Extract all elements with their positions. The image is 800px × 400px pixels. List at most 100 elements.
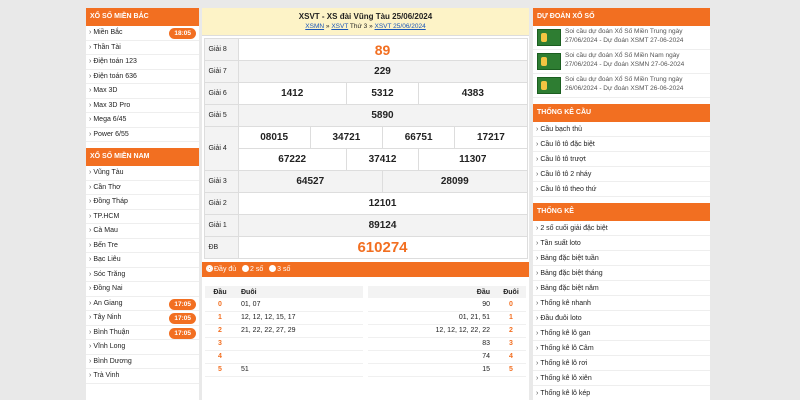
sidebar-item[interactable]: › Vĩnh Long	[86, 340, 199, 355]
sidebar-item[interactable]: › Thần Tài	[86, 41, 199, 55]
stats-link[interactable]: › 2 số cuối giải đặc biệt	[533, 221, 710, 236]
stats-link[interactable]: › Bảng đặc biệt tháng	[533, 266, 710, 281]
sidebar-item[interactable]: › Power 6/55	[86, 128, 199, 142]
sidebar-item[interactable]: › Max 3D	[86, 84, 199, 99]
option-two-digits[interactable]: 2 số	[242, 265, 263, 273]
sidebar-item[interactable]: › Trà Vinh	[86, 369, 199, 384]
stats-link[interactable]: › Cầu lô tô trượt	[533, 152, 710, 167]
sidebar-item-label: Miền Bắc	[93, 29, 123, 36]
prize-6-number: 4383	[418, 82, 528, 105]
stats-link[interactable]: › Cầu lô tô đặc biệt	[533, 137, 710, 152]
duoi-cell: 5	[496, 363, 526, 377]
duoi-cell: 2	[496, 324, 526, 338]
stats-link[interactable]: › Bảng đặc biệt tuần	[533, 251, 710, 266]
dau-cell: 1	[205, 311, 235, 325]
sidebar-item[interactable]: › Cần Thơ	[86, 181, 199, 195]
sidebar-item-label: Trà Vinh	[93, 372, 120, 379]
sidebar-item[interactable]: › Cà Mau	[86, 224, 199, 239]
chevron-right-icon: ›	[89, 130, 92, 138]
sidebar-item-label: Điện toán 123	[93, 58, 137, 65]
stats-link[interactable]: › Đầu đuôi loto	[533, 311, 710, 326]
sidebar-item[interactable]: › Vũng Tàu	[86, 166, 199, 181]
stats-link[interactable]: › Cầu lô tô theo thứ	[533, 182, 710, 197]
sidebar-item[interactable]: › Điện toán 636	[86, 70, 199, 84]
duoi-cell: 01, 07	[235, 298, 363, 312]
sidebar-item[interactable]: › Bến Tre	[86, 239, 199, 253]
north-menu: › Miền Bắc 18:05 › Thần Tài › Điện toán 123 › Đi…	[86, 26, 199, 142]
prize-label: ĐB	[203, 236, 239, 259]
stats-link-label: Thống kê lô rơi	[540, 360, 588, 367]
stats-link[interactable]: › Thống kê nhanh	[533, 296, 710, 311]
stats-link[interactable]: › Tần suất loto	[533, 236, 710, 251]
chevron-right-icon: ›	[89, 241, 92, 249]
chevron-right-icon: ›	[536, 126, 539, 133]
chevron-right-icon: ›	[89, 198, 92, 205]
dau-cell: 0	[205, 298, 235, 312]
crumb-weekday: Thứ 3	[349, 23, 368, 30]
sidebar-item[interactable]: › Đồng Tháp	[86, 195, 199, 210]
sidebar-item[interactable]: › Max 3D Pro	[86, 99, 199, 113]
stats-link[interactable]: › Thống kê lô gan	[533, 326, 710, 341]
stats-link[interactable]: › Cầu lô tô 2 nháy	[533, 167, 710, 182]
stats-link[interactable]: › Thống kê lô kép	[533, 386, 710, 400]
stats-link-label: Cầu lô tô theo thứ	[540, 186, 597, 193]
prize-7-number: 229	[237, 60, 528, 83]
time-badge: 17:05	[169, 327, 196, 339]
sidebar-item[interactable]: › Sóc Trăng	[86, 268, 199, 282]
sidebar-item[interactable]: › Bình Dương	[86, 355, 199, 369]
crumb-date-link[interactable]: XSVT 25/06/2024	[375, 23, 426, 30]
stats-link-label: Thống kê lô Câm	[540, 345, 594, 352]
prediction-item[interactable]: Soi cầu dự đoán Xổ Số Miền Trung ngày 26/…	[533, 74, 710, 98]
sidebar-item[interactable]: › Điện toán 123	[86, 55, 199, 70]
chevron-right-icon: ›	[536, 330, 539, 337]
sidebar-item[interactable]: › Bình Thuận 17:05	[86, 326, 199, 340]
table-row: 15 5	[368, 363, 526, 377]
time-badge: 17:05	[169, 313, 196, 324]
chevron-right-icon: ›	[536, 255, 539, 262]
prize-4-number: 34721	[309, 126, 384, 149]
prediction-line: Soi cầu dự đoán Xổ Số Miền Trung ngày	[565, 76, 683, 83]
chevron-right-icon: ›	[89, 72, 92, 80]
chevron-right-icon: ›	[89, 314, 92, 321]
prize-4-number: 37412	[345, 148, 420, 171]
prize-label: Giải 5	[203, 104, 239, 127]
sidebar-item[interactable]: › Mega 6/45	[86, 113, 199, 128]
sidebar-item[interactable]: › Tây Ninh 17:05	[86, 311, 199, 326]
stats-link[interactable]: › Thống kê lô xiên	[533, 371, 710, 386]
chevron-right-icon: ›	[89, 58, 92, 65]
sidebar-item[interactable]: › Đồng Nai	[86, 282, 199, 297]
north-section-title: XỔ SỐ MIỀN BẮC	[86, 8, 199, 26]
stats-link-label: Thống kê lô gan	[540, 330, 591, 337]
prediction-thumbnail-icon	[537, 53, 561, 70]
prize-label: Giải 4	[203, 126, 239, 171]
chevron-right-icon: ›	[89, 212, 92, 220]
dau-cell: 01, 21, 51	[368, 311, 496, 325]
stats-link[interactable]: › Cầu bạch thủ	[533, 122, 710, 137]
table-row: 01, 21, 51 1	[368, 311, 526, 325]
prize-4-number: 67222	[237, 148, 347, 171]
sidebar-item[interactable]: › TP.HCM	[86, 210, 199, 224]
prediction-item[interactable]: Soi cầu dự đoán Xổ Số Miền Nam ngày 27/06…	[533, 50, 710, 74]
stats-link[interactable]: › Thống kê lô rơi	[533, 356, 710, 371]
sidebar-item-label: Sóc Trăng	[93, 270, 126, 278]
sidebar-item-label: An Giang	[93, 299, 123, 307]
option-three-digits[interactable]: 3 số	[269, 265, 290, 273]
sidebar-item[interactable]: › An Giang 17:05	[86, 297, 199, 311]
result-table: Giải 8 89 Giải 7 229 Giải 6 1412 5312 43…	[203, 38, 528, 259]
option-full[interactable]: Đầy đủ	[206, 265, 236, 273]
chevron-right-icon: ›	[89, 256, 92, 263]
crumb-xsvt-link[interactable]: XSVT	[331, 23, 348, 30]
stats-link[interactable]: › Thống kê lô Câm	[533, 341, 710, 356]
sidebar-item[interactable]: › Bạc Liêu	[86, 253, 199, 268]
table-row: 5 51	[205, 363, 363, 377]
stats-link[interactable]: › Bảng đặc biệt năm	[533, 281, 710, 296]
table-row: 74 4	[368, 350, 526, 364]
prediction-item[interactable]: Soi cầu dự đoán Xổ Số Miền Trung ngày 27/…	[533, 26, 710, 50]
loto-tail-table: Đầu Đuôi 90 0 01, 21, 51 1 12, 12, 12, 22, 2…	[368, 286, 526, 377]
sidebar-item-label: Bến Tre	[93, 241, 118, 249]
prize-1-number: 89124	[237, 214, 528, 237]
prize-4-number: 17217	[454, 126, 528, 149]
sidebar-item[interactable]: › Miền Bắc 18:05	[86, 26, 199, 41]
crumb-xsmn-link[interactable]: XSMN	[305, 23, 324, 30]
crumb-separator: »	[369, 23, 373, 30]
